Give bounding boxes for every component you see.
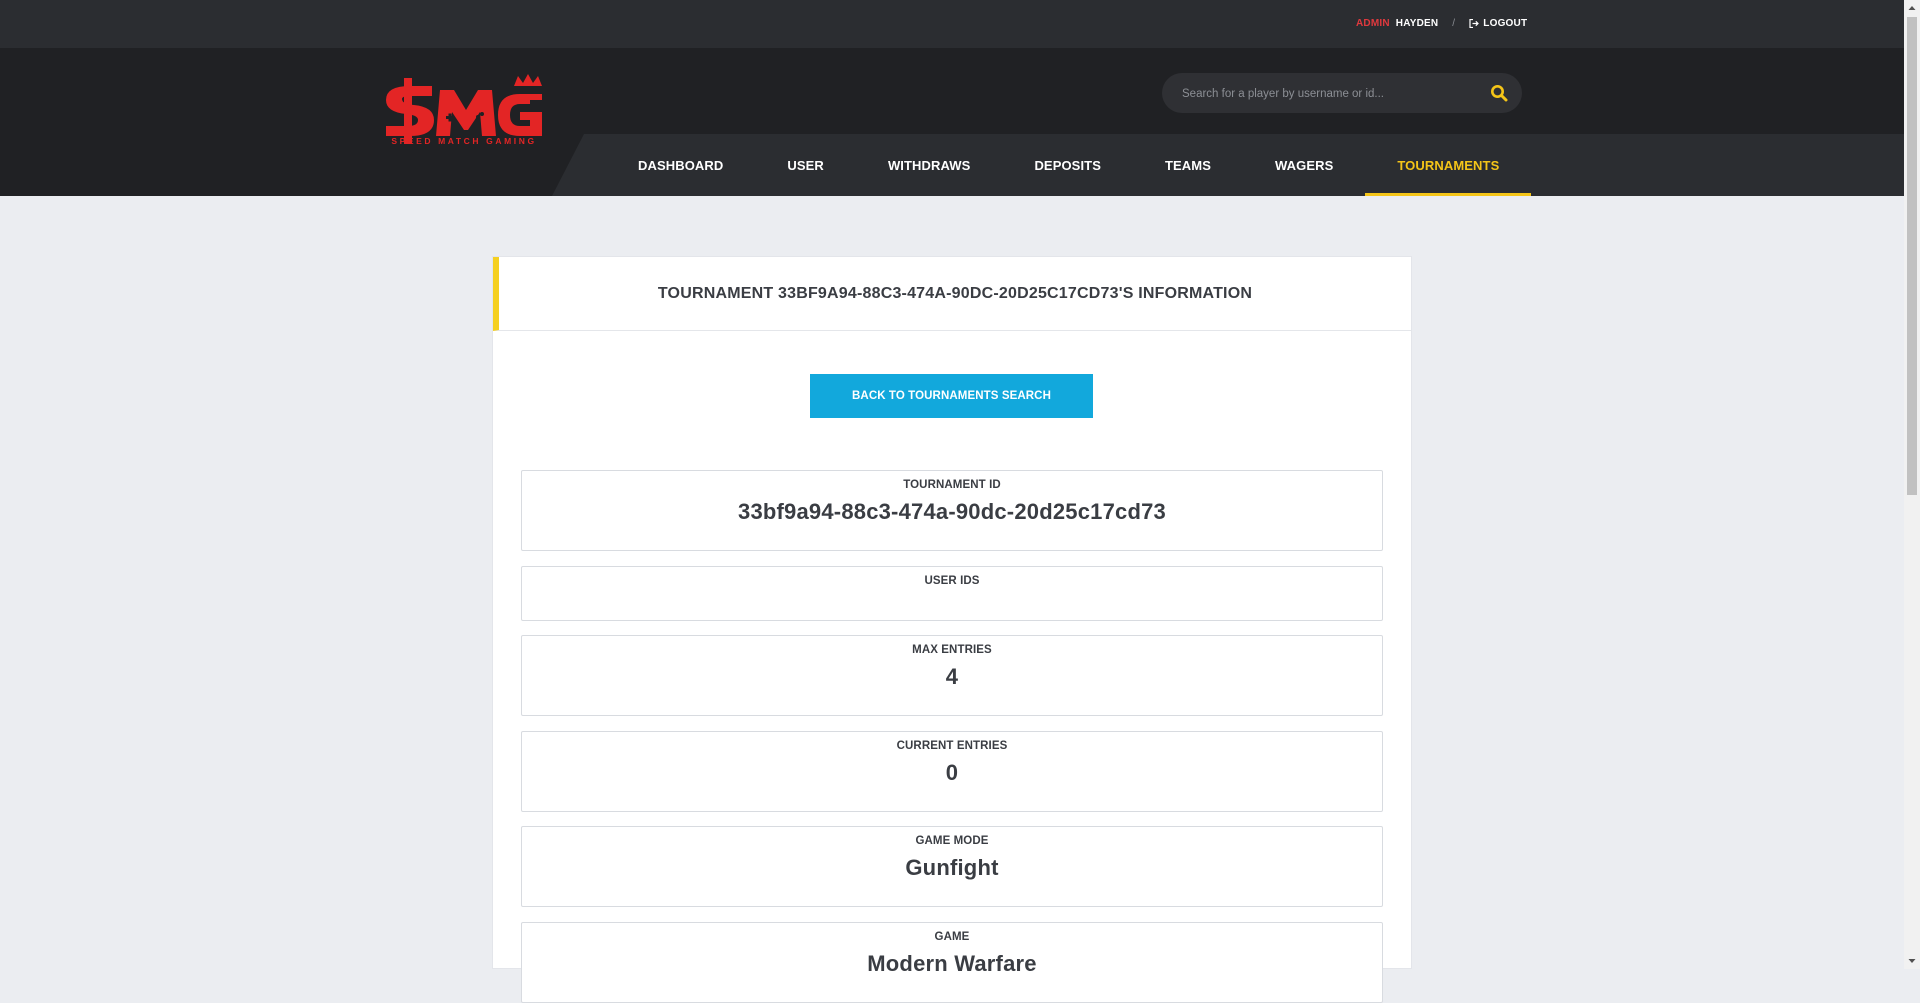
field-label: CURRENT ENTRIES [896, 740, 1008, 752]
page-title: TOURNAMENT 33BF9A94-88C3-474A-90DC-20D25… [657, 284, 1253, 302]
logout-link[interactable]: LOGOUT [1469, 18, 1527, 29]
field-value: Gunfight [905, 855, 999, 880]
main-nav: DASHBOARD USER WITHDRAWS DEPOSITS TEAMS … [606, 134, 1532, 196]
field-max-entries: MAX ENTRIES 4 [521, 635, 1383, 716]
scroll-up-arrow-icon[interactable] [1904, 0, 1920, 16]
field-tournament-id: TOURNAMENT ID 33bf9a94-88c3-474a-90dc-20… [521, 470, 1383, 551]
field-game-mode: GAME MODE Gunfight [521, 826, 1383, 907]
page-scrollbar[interactable] [1904, 0, 1920, 969]
field-value: 0 [945, 760, 959, 785]
field-value: 33bf9a94-88c3-474a-90dc-20d25c17cd73 [738, 499, 1166, 524]
separator: / [1452, 18, 1456, 29]
admin-role-tag: ADMIN [1356, 18, 1390, 29]
card-header: TOURNAMENT 33BF9A94-88C3-474A-90DC-20D25… [493, 257, 1411, 331]
nav-teams[interactable]: TEAMS [1133, 134, 1243, 196]
nav-deposits[interactable]: DEPOSITS [1002, 134, 1133, 196]
nav-withdraws[interactable]: WITHDRAWS [856, 134, 1003, 196]
top-bar: ADMIN HAYDEN / LOGOUT [0, 0, 1904, 48]
nav-user[interactable]: USER [755, 134, 856, 196]
admin-user-line: ADMIN HAYDEN / LOGOUT [1356, 18, 1527, 29]
search-icon[interactable] [1490, 84, 1508, 102]
admin-username[interactable]: HAYDEN [1396, 18, 1439, 29]
search-input[interactable] [1180, 73, 1474, 115]
logout-icon [1469, 19, 1480, 28]
field-value: Modern Warfare [867, 951, 1037, 976]
logo-tagline: SPEED MATCH GAMING [391, 136, 537, 146]
tournament-info-card: TOURNAMENT 33BF9A94-88C3-474A-90DC-20D25… [492, 256, 1412, 1003]
nav-dashboard[interactable]: DASHBOARD [606, 134, 755, 196]
field-user-ids: USER IDS [521, 566, 1383, 621]
field-label: GAME [934, 931, 970, 943]
main-header: SPEED MATCH GAMING DASHBOARD USER WITHDR… [0, 48, 1904, 196]
field-label: USER IDS [924, 575, 980, 587]
field-label: TOURNAMENT ID [903, 479, 1001, 491]
scrollbar-thumb[interactable] [1907, 17, 1917, 495]
field-label: MAX ENTRIES [912, 644, 992, 656]
nav-wagers[interactable]: WAGERS [1243, 134, 1365, 196]
player-search [1162, 73, 1522, 115]
nav-tournaments[interactable]: TOURNAMENTS [1365, 134, 1532, 196]
logout-label: LOGOUT [1483, 18, 1528, 29]
field-value: 4 [945, 664, 959, 689]
field-game: GAME Modern Warfare [521, 922, 1383, 1003]
field-label: GAME MODE [915, 835, 989, 847]
scroll-down-arrow-icon[interactable] [1904, 953, 1920, 969]
field-current-entries: CURRENT ENTRIES 0 [521, 731, 1383, 812]
back-to-tournaments-button[interactable]: BACK TO TOURNAMENTS SEARCH [810, 374, 1093, 418]
